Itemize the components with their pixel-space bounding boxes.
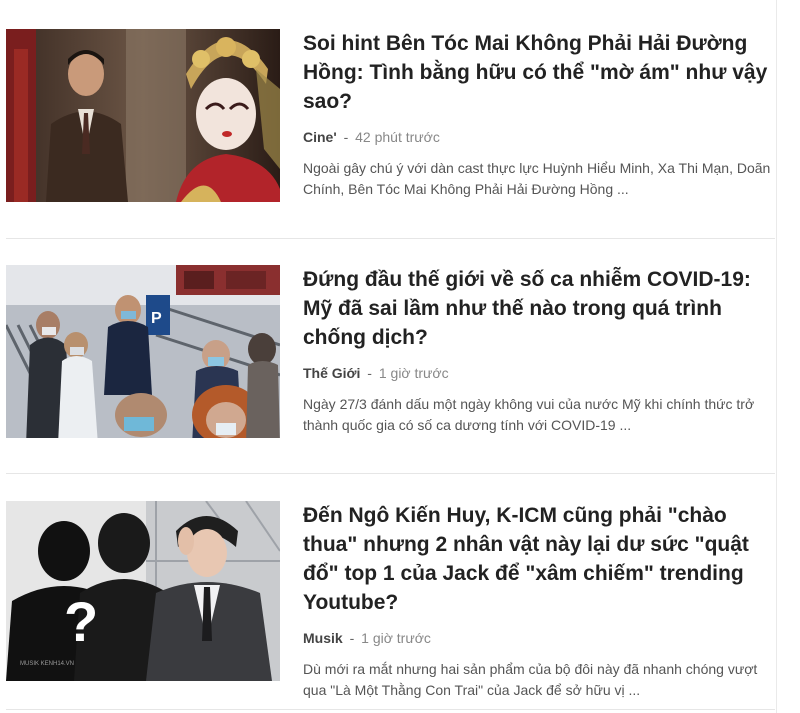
meta-separator: -: [367, 365, 372, 381]
content-border: [776, 0, 777, 713]
meta-separator: -: [343, 129, 349, 145]
article-divider: [6, 238, 775, 239]
article-divider: [6, 473, 775, 474]
article-meta-2: Thế Giới - 1 giờ trước: [303, 364, 773, 382]
article-card-1[interactable]: Soi hint Bên Tóc Mai Không Phải Hải Đườn…: [6, 29, 775, 202]
timestamp-2: 1 giờ trước: [378, 365, 449, 381]
mystery-mark: ?: [64, 590, 98, 653]
article-meta-3: Musik - 1 giờ trước: [303, 629, 773, 647]
article-content-2: Đứng đầu thế giới về số ca nhiễm COVID-1…: [303, 265, 773, 438]
article-card-3[interactable]: ? MUSIK KENH14.VN Đến Ngô Kiến Huy, K-IC…: [6, 501, 775, 701]
article-title-3[interactable]: Đến Ngô Kiến Huy, K-ICM cũng phải "chào …: [303, 501, 773, 617]
image-watermark: MUSIK KENH14.VN: [20, 661, 74, 667]
article-card-2[interactable]: P Đứng đầu thế giới về số ca nhiễm COVID…: [6, 265, 775, 438]
article-thumbnail-3[interactable]: ? MUSIK KENH14.VN: [6, 501, 280, 681]
timestamp-1: 42 phút trước: [355, 129, 440, 145]
article-excerpt-2: Ngày 27/3 đánh dấu một ngày không vui củ…: [303, 396, 755, 433]
article-content-1: Soi hint Bên Tóc Mai Không Phải Hải Đườn…: [303, 29, 773, 202]
article-divider: [6, 709, 775, 710]
article-thumbnail-1[interactable]: [6, 29, 280, 202]
meta-separator: -: [349, 630, 355, 646]
article-meta-1: Cine' - 42 phút trước: [303, 128, 773, 146]
article-thumbnail-2[interactable]: P: [6, 265, 280, 438]
article-content-3: Đến Ngô Kiến Huy, K-ICM cũng phải "chào …: [303, 501, 773, 701]
category-link-2[interactable]: Thế Giới: [303, 365, 360, 381]
category-link-3[interactable]: Musik: [303, 630, 343, 646]
parking-sign: P: [151, 310, 162, 327]
article-title-1[interactable]: Soi hint Bên Tóc Mai Không Phải Hải Đườn…: [303, 29, 773, 116]
article-excerpt-1: Ngoài gây chú ý với dàn cast thực lực Hu…: [303, 160, 771, 197]
article-title-2[interactable]: Đứng đầu thế giới về số ca nhiễm COVID-1…: [303, 265, 773, 352]
article-excerpt-3: Dù mới ra mắt nhưng hai sản phẩm của bộ …: [303, 661, 758, 698]
category-link-1[interactable]: Cine': [303, 129, 337, 145]
timestamp-3: 1 giờ trước: [361, 630, 431, 646]
